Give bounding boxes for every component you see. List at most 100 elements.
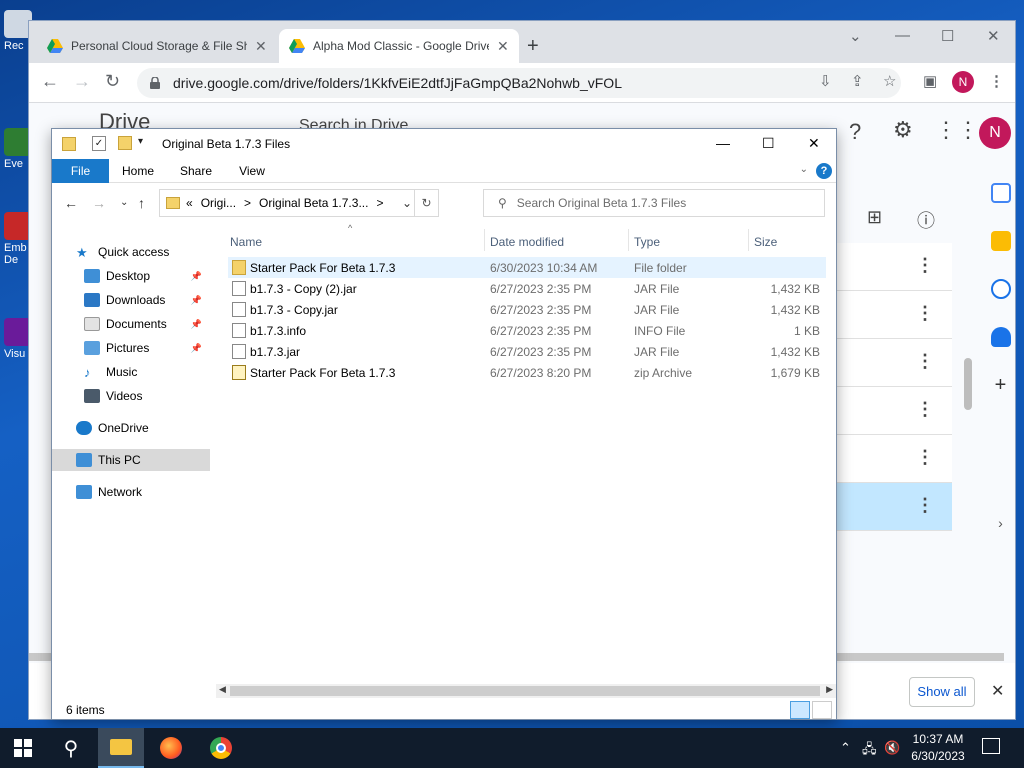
file-row[interactable]: b1.7.3.jar 6/27/2023 2:35 PM JAR File 1,… — [228, 341, 826, 362]
nav-desktop[interactable]: Desktop 📌 — [84, 265, 242, 287]
quick-access-toolbar-dropdown-icon[interactable]: ▾ — [138, 136, 143, 147]
breadcrumb-segment[interactable]: Origi... — [201, 196, 236, 210]
tasks-icon[interactable] — [990, 279, 1011, 299]
new-folder-icon[interactable] — [118, 136, 132, 150]
close-tab-icon[interactable]: ✕ — [497, 38, 509, 55]
column-header-size[interactable]: Size — [754, 235, 777, 249]
nav-this-pc[interactable]: This PC — [52, 449, 210, 471]
grid-view-icon[interactable]: ⊞ — [867, 207, 882, 228]
close-tab-icon[interactable]: ✕ — [255, 38, 267, 55]
file-row[interactable]: b1.7.3.info 6/27/2023 2:35 PM INFO File … — [228, 320, 826, 341]
show-all-button[interactable]: Show all — [909, 677, 975, 707]
side-panel-icon[interactable]: ▣ — [923, 72, 937, 90]
column-separator[interactable] — [748, 229, 749, 251]
more-options-icon[interactable]: ⋮ — [916, 303, 934, 324]
file-row[interactable]: Starter Pack For Beta 1.7.3 6/27/2023 8:… — [228, 362, 826, 383]
tab-personal-cloud-storage[interactable]: Personal Cloud Storage & File Sh ✕ — [37, 29, 277, 63]
expand-ribbon-icon[interactable]: ⌄ — [800, 164, 808, 175]
profile-avatar[interactable]: N — [952, 71, 974, 93]
close-download-bar-icon[interactable]: ✕ — [991, 681, 1004, 701]
recent-locations-icon[interactable]: ⌄ — [120, 197, 128, 208]
add-addon-icon[interactable]: + — [991, 375, 1011, 395]
settings-gear-icon[interactable]: ⚙ — [893, 117, 913, 143]
more-options-icon[interactable]: ⋮ — [916, 495, 934, 516]
help-icon[interactable]: ? — [816, 163, 832, 179]
breadcrumb-overflow[interactable]: « — [186, 196, 193, 210]
bookmark-star-icon[interactable]: ☆ — [883, 72, 896, 90]
network-tray-icon[interactable]: 🖧 — [862, 740, 877, 762]
clock[interactable]: 10:37 AM 6/30/2023 — [900, 731, 976, 765]
vertical-scrollbar[interactable] — [964, 358, 972, 410]
file-row[interactable]: b1.7.3 - Copy.jar 6/27/2023 2:35 PM JAR … — [228, 299, 826, 320]
reload-icon[interactable]: ↻ — [105, 71, 120, 92]
column-header-type[interactable]: Type — [634, 235, 660, 249]
notifications-icon[interactable] — [982, 738, 1000, 754]
file-row[interactable]: b1.7.3 - Copy (2).jar 6/27/2023 2:35 PM … — [228, 278, 826, 299]
more-options-icon[interactable]: ⋮ — [916, 255, 934, 276]
keep-icon[interactable] — [990, 231, 1011, 251]
tab-home[interactable]: Home — [114, 159, 162, 183]
properties-checkbox-icon[interactable]: ✓ — [92, 136, 106, 151]
calendar-icon[interactable] — [990, 183, 1011, 203]
drive-profile-avatar[interactable]: N — [979, 117, 1011, 149]
large-icons-view-icon[interactable] — [812, 701, 832, 719]
share-icon[interactable]: ⇪ — [851, 72, 864, 90]
tab-share[interactable]: Share — [172, 159, 220, 183]
tab-file[interactable]: File — [52, 159, 109, 183]
breadcrumb-separator[interactable]: > — [376, 196, 383, 210]
breadcrumb-separator[interactable]: > — [244, 196, 251, 210]
details-view-icon[interactable] — [790, 701, 810, 719]
apps-grid-icon[interactable]: ⋮⋮ — [935, 117, 979, 143]
back-icon[interactable]: ← — [41, 71, 59, 92]
address-bar[interactable]: drive.google.com/drive/folders/1KkfvEiE2… — [137, 68, 901, 98]
forward-icon[interactable]: → — [92, 195, 106, 211]
new-tab-button[interactable]: + — [527, 35, 539, 58]
info-icon[interactable]: ⓘ — [917, 207, 935, 233]
install-icon[interactable]: ⇩ — [819, 72, 832, 90]
column-separator[interactable] — [484, 229, 485, 251]
chevron-down-icon[interactable]: ⌄ — [402, 196, 412, 210]
column-header-date[interactable]: Date modified — [490, 235, 564, 249]
close-window-icon[interactable]: ✕ — [987, 27, 1000, 45]
scroll-left-icon[interactable]: ◀ — [219, 684, 226, 695]
file-explorer-taskbar-icon[interactable] — [98, 728, 144, 768]
minimize-icon[interactable]: — — [716, 135, 730, 151]
chevron-right-icon[interactable]: › — [991, 515, 1011, 535]
volume-muted-icon[interactable]: 🔇 — [884, 740, 900, 756]
explorer-horizontal-scrollbar[interactable]: ◀ ▶ — [216, 684, 836, 698]
column-separator[interactable] — [628, 229, 629, 251]
maximize-icon[interactable]: ☐ — [941, 27, 954, 45]
more-options-icon[interactable]: ⋮ — [916, 399, 934, 420]
nav-music[interactable]: ♪ Music — [84, 361, 242, 383]
nav-downloads[interactable]: Downloads 📌 — [84, 289, 242, 311]
firefox-icon[interactable] — [148, 728, 194, 768]
nav-videos[interactable]: Videos — [84, 385, 242, 407]
maximize-icon[interactable]: ☐ — [762, 135, 775, 152]
nav-pictures[interactable]: Pictures 📌 — [84, 337, 242, 359]
start-windows-icon[interactable] — [0, 728, 46, 768]
search-icon[interactable]: ⚲ — [48, 728, 94, 768]
file-row[interactable]: Starter Pack For Beta 1.7.3 6/30/2023 10… — [228, 257, 826, 278]
scroll-right-icon[interactable]: ▶ — [826, 684, 833, 695]
address-path[interactable]: « Origi... > Original Beta 1.7.3... > ⌄ … — [159, 189, 439, 217]
back-icon[interactable]: ← — [64, 195, 78, 211]
scrollbar-thumb[interactable] — [230, 686, 820, 696]
more-options-icon[interactable]: ⋮ — [916, 447, 934, 468]
breadcrumb-segment[interactable]: Original Beta 1.7.3... — [259, 196, 368, 210]
help-icon[interactable]: ? — [849, 119, 861, 145]
show-hidden-icons-chevron-icon[interactable]: ⌃ — [840, 740, 851, 756]
tab-view[interactable]: View — [228, 159, 276, 183]
contacts-icon[interactable] — [990, 327, 1011, 347]
up-icon[interactable]: ↑ — [138, 195, 145, 211]
minimize-icon[interactable]: — — [895, 27, 910, 44]
close-window-icon[interactable]: ✕ — [808, 135, 820, 152]
column-header-name[interactable]: Name — [230, 235, 262, 249]
tab-alpha-mod-classic[interactable]: Alpha Mod Classic - Google Drive ✕ — [279, 29, 519, 63]
chevron-down-icon[interactable]: ⌄ — [849, 27, 862, 45]
nav-network[interactable]: Network — [76, 481, 234, 503]
forward-icon[interactable]: → — [73, 71, 91, 92]
nav-quick-access[interactable]: ★ Quick access — [76, 241, 234, 263]
nav-documents[interactable]: Documents 📌 — [84, 313, 242, 335]
explorer-search-input[interactable]: ⚲ Search Original Beta 1.7.3 Files — [483, 189, 825, 217]
refresh-icon[interactable]: ↻ — [414, 190, 438, 216]
